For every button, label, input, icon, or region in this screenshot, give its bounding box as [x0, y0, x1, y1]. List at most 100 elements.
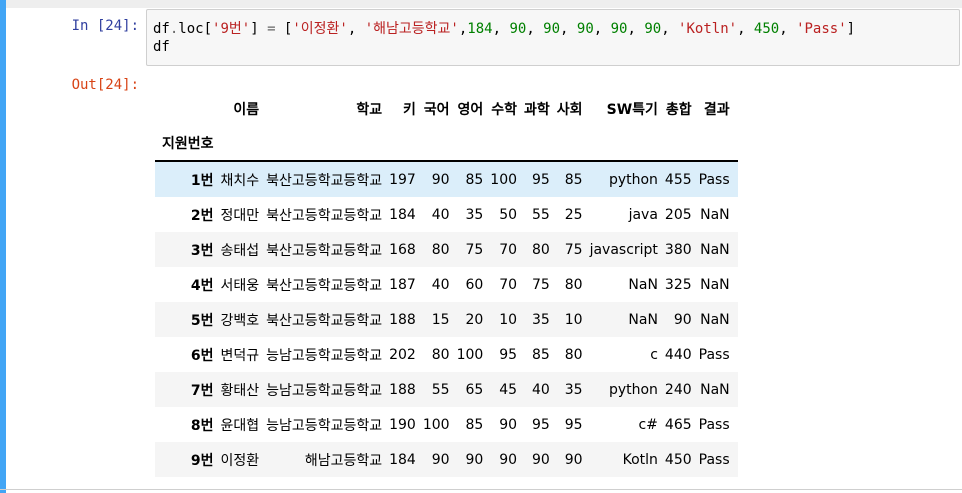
table-cell: 이정환 — [220, 452, 260, 469]
code-token: 90 — [644, 21, 662, 37]
table-cell: 70 — [499, 241, 518, 258]
table-cell: 205 — [664, 206, 692, 223]
column-header-row: 이름 학교 키 국어 영어 수학 과학 사회 SW특기 총합 결과 — [155, 93, 738, 125]
table-cell: 202 — [389, 346, 416, 363]
code-token: 'Kotln' — [678, 21, 738, 37]
code-line-1[interactable]: df.loc['9번'] = ['이정환', '해남고등학교',184, 90,… — [153, 18, 855, 38]
table-row: 3번 송태섭 북산고등학교등학교 168 80 75 70 80 75 javascript 380… — [155, 232, 738, 267]
dataframe-body: 1번 채치수 북산고등학교등학교 197 90 85 100 95 85 python 455 Pas… — [155, 161, 738, 477]
table-cell: 북산고등학교등학교 — [266, 242, 383, 259]
code-token: , — [526, 21, 544, 37]
code-token: 90 — [576, 21, 594, 37]
table-cell: 90 — [499, 416, 518, 433]
table-cell: 80 — [431, 241, 450, 258]
table-cell: 90 — [431, 171, 450, 188]
table-cell: 80 — [564, 276, 583, 293]
table-cell: 80 — [564, 346, 583, 363]
column-header: 이름 — [233, 102, 260, 118]
table-cell: 85 — [564, 171, 583, 188]
table-cell: 187 — [389, 276, 416, 293]
row-index: 2번 — [190, 207, 214, 224]
row-index: 7번 — [190, 382, 214, 399]
table-cell: 능남고등학교등학교 — [266, 382, 383, 399]
table-cell: 35 — [531, 311, 550, 328]
table-cell: 65 — [465, 381, 484, 398]
row-index: 4번 — [190, 277, 214, 294]
code-token: df — [153, 21, 170, 37]
table-cell: 168 — [389, 241, 416, 258]
table-cell: 188 — [389, 381, 416, 398]
code-token: [ — [275, 21, 293, 37]
table-cell: 20 — [465, 311, 484, 328]
table-cell: 80 — [431, 346, 450, 363]
table-cell: 55 — [531, 206, 550, 223]
table-cell: 능남고등학교등학교 — [266, 347, 383, 364]
selected-cell-indicator — [0, 0, 6, 493]
table-cell: 455 — [664, 171, 692, 188]
code-token: , — [737, 21, 754, 37]
table-cell: c# — [638, 416, 658, 433]
table-cell: NaN — [700, 206, 730, 223]
table-cell: 55 — [431, 381, 450, 398]
table-cell: 240 — [664, 381, 692, 398]
top-strip — [0, 0, 962, 8]
table-cell: 70 — [499, 276, 518, 293]
table-cell: 450 — [664, 451, 692, 468]
code-input-area[interactable]: df.loc['9번'] = ['이정환', '해남고등학교',184, 90,… — [146, 9, 960, 66]
table-row: 1번 채치수 북산고등학교등학교 197 90 85 100 95 85 python 455 Pas… — [155, 161, 738, 197]
table-cell: 75 — [465, 241, 484, 258]
table-cell: 90 — [673, 311, 692, 328]
code-token: '해남고등학교' — [364, 21, 459, 37]
column-header: 영어 — [457, 102, 484, 118]
table-cell: NaN — [700, 276, 730, 293]
table-cell: NaN — [700, 241, 730, 258]
table-cell: 40 — [531, 381, 550, 398]
table-cell: 184 — [389, 451, 416, 468]
code-token: '9번' — [212, 21, 251, 37]
table-cell: 10 — [564, 311, 583, 328]
table-cell: 북산고등학교등학교 — [266, 277, 383, 294]
table-row: 7번 황태산 능남고등학교등학교 188 55 65 45 40 35 python 240 NaN — [155, 372, 738, 407]
table-cell: 90 — [499, 451, 518, 468]
table-cell: NaN — [700, 381, 730, 398]
table-cell: 95 — [499, 346, 518, 363]
code-token: 450 — [753, 21, 780, 37]
table-cell: 60 — [465, 276, 484, 293]
code-token: 184 — [467, 21, 493, 37]
code-token: [ — [203, 21, 213, 37]
output-prompt: Out[24]: — [71, 77, 139, 93]
input-prompt: In [24]: — [71, 18, 139, 34]
table-cell: java — [628, 206, 658, 223]
code-token: , — [593, 21, 611, 37]
table-cell: 35 — [564, 381, 583, 398]
table-cell: 100 — [490, 171, 518, 188]
code-token: , — [661, 21, 679, 37]
index-name: 지원번호 — [162, 135, 214, 152]
table-cell: 채치수 — [220, 172, 260, 189]
table-cell: 90 — [465, 451, 484, 468]
table-cell: 95 — [564, 416, 583, 433]
index-header-blank — [155, 93, 214, 125]
code-token: 90 — [543, 21, 561, 37]
table-cell: 85 — [465, 171, 484, 188]
table-cell: 90 — [531, 451, 550, 468]
table-cell: 184 — [389, 206, 416, 223]
table-cell: 황태산 — [220, 382, 260, 399]
table-cell: NaN — [628, 311, 658, 328]
table-cell: 40 — [431, 206, 450, 223]
column-header: 총합 — [665, 102, 692, 118]
column-header: SW특기 — [606, 102, 658, 118]
table-cell: 능남고등학교등학교 — [266, 417, 383, 434]
table-cell: 10 — [499, 311, 518, 328]
table-cell: 80 — [531, 241, 550, 258]
code-token: 'Pass' — [796, 21, 847, 37]
table-cell: python — [608, 171, 658, 188]
dataframe-table: 이름 학교 키 국어 영어 수학 과학 사회 SW특기 총합 결과 지원번호 1번 채치수 북산고등학교… — [155, 93, 738, 477]
row-index: 9번 — [190, 452, 214, 469]
table-cell: 188 — [389, 311, 416, 328]
code-line-2[interactable]: df — [153, 39, 170, 55]
table-cell: 325 — [664, 276, 692, 293]
table-cell: 90 — [431, 451, 450, 468]
table-cell: 35 — [465, 206, 484, 223]
table-cell: 95 — [531, 416, 550, 433]
